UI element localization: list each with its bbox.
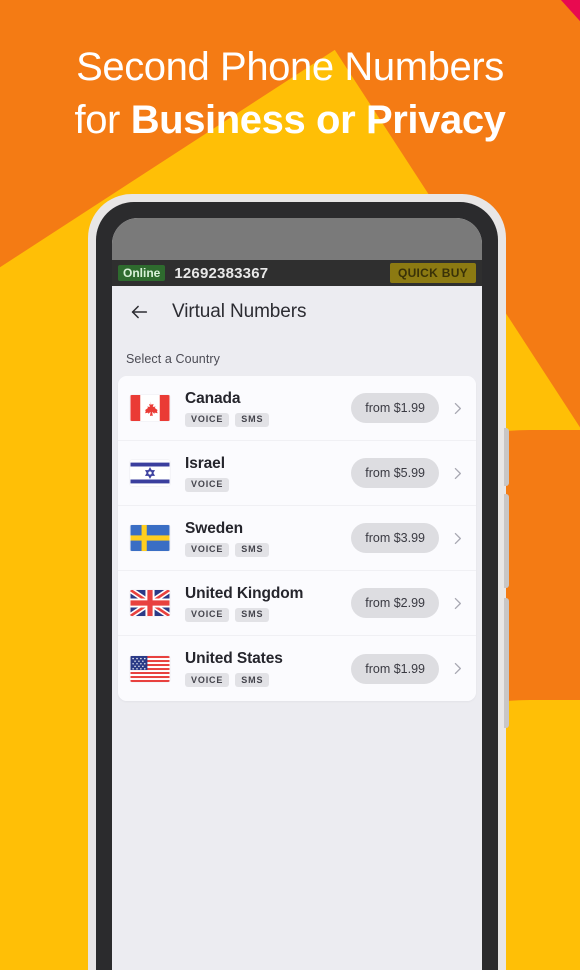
country-info: Canada VOICE SMS (185, 390, 351, 427)
phone-side-button-bottom[interactable] (504, 598, 509, 728)
app-status-bar: Online 12692383367 QUICK BUY (112, 260, 482, 286)
active-phone-number: 12692383367 (174, 264, 269, 282)
table-row[interactable]: Canada VOICE SMS from $1.99 (118, 376, 476, 441)
quick-buy-button[interactable]: QUICK BUY (389, 263, 476, 283)
country-info: Israel VOICE (185, 455, 351, 492)
country-info: United Kingdom VOICE SMS (185, 585, 351, 622)
capability-tag: VOICE (185, 607, 230, 622)
page-title: Virtual Numbers (172, 301, 307, 322)
country-capability-tags: VOICE SMS (185, 673, 351, 687)
chevron-right-icon[interactable] (449, 595, 466, 612)
sweden-flag-icon (130, 525, 170, 551)
headline-line-2: for Business or Privacy (0, 97, 580, 144)
table-row[interactable]: Sweden VOICE SMS from $3.99 (118, 506, 476, 571)
price-badge[interactable]: from $5.99 (351, 458, 439, 488)
phone-screen: Online 12692383367 QUICK BUY Virtual Num… (112, 218, 482, 970)
price-badge[interactable]: from $1.99 (351, 653, 439, 684)
country-capability-tags: VOICE SMS (185, 607, 351, 622)
country-info: United States VOICE SMS (185, 650, 351, 687)
capability-tag: SMS (235, 607, 270, 622)
country-capability-tags: VOICE (185, 477, 351, 492)
screen-top-gutter (112, 218, 482, 260)
capability-tag: VOICE (185, 477, 230, 492)
headline-line-1: Second Phone Numbers (76, 45, 504, 89)
chevron-right-icon[interactable] (449, 530, 466, 547)
chevron-right-icon[interactable] (449, 660, 466, 677)
country-info: Sweden VOICE SMS (185, 520, 351, 557)
capability-tag: VOICE (185, 542, 230, 557)
chevron-right-icon[interactable] (449, 400, 466, 417)
country-name: United Kingdom (185, 584, 304, 602)
country-name: Sweden (185, 519, 243, 537)
country-capability-tags: VOICE SMS (185, 412, 351, 427)
table-row[interactable]: United Kingdom VOICE SMS from $2.99 (118, 571, 476, 636)
capability-tag: SMS (235, 412, 270, 427)
app-content: Virtual Numbers Select a Country Canada … (112, 286, 482, 970)
section-label-select-country: Select a Country (126, 352, 221, 366)
capability-tag: VOICE (185, 412, 230, 427)
price-badge[interactable]: from $1.99 (351, 393, 439, 423)
country-capability-tags: VOICE SMS (185, 542, 351, 557)
price-badge[interactable]: from $3.99 (351, 523, 439, 553)
capability-tag: SMS (235, 542, 270, 557)
country-list: Canada VOICE SMS from $1.99 Israel VOICE… (118, 376, 476, 701)
capability-tag: SMS (235, 673, 270, 687)
country-name: United States (185, 650, 283, 667)
country-name: Canada (185, 389, 241, 407)
online-status-badge: Online (118, 264, 166, 282)
capability-tag: VOICE (185, 673, 230, 687)
table-row[interactable]: Israel VOICE from $5.99 (118, 441, 476, 506)
phone-mockup: Online 12692383367 QUICK BUY Virtual Num… (88, 194, 509, 970)
table-row[interactable]: United States VOICE SMS from $1.99 (118, 636, 476, 701)
headline-line-2-prefix: for (74, 98, 131, 143)
israel-flag-icon (130, 460, 170, 486)
phone-frame: Online 12692383367 QUICK BUY Virtual Num… (96, 202, 498, 970)
price-badge[interactable]: from $2.99 (351, 588, 439, 618)
headline-line-2-emphasis: Business or Privacy (130, 98, 506, 143)
country-name: Israel (185, 454, 225, 472)
phone-side-button-middle[interactable] (504, 494, 509, 588)
canada-flag-icon (130, 395, 170, 421)
phone-side-button-top[interactable] (504, 428, 509, 486)
united-states-flag-icon (130, 655, 170, 682)
promo-headline: Second Phone Numbers for Business or Pri… (0, 44, 580, 144)
arrow-left-icon[interactable] (126, 299, 152, 325)
app-header: Virtual Numbers (112, 286, 482, 338)
app-store-promo-screenshot: Second Phone Numbers for Business or Pri… (0, 0, 580, 970)
chevron-right-icon[interactable] (449, 465, 466, 482)
united-kingdom-flag-icon (130, 590, 170, 616)
